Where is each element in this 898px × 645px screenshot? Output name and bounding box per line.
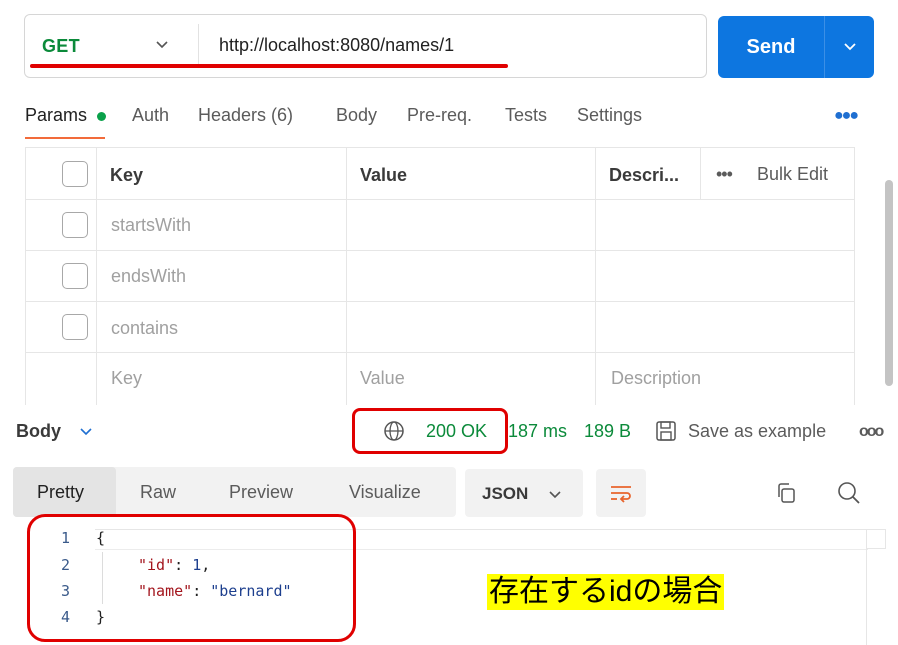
param-key-cell[interactable]: endsWith xyxy=(111,266,186,287)
url-divider xyxy=(198,24,199,68)
row-checkbox[interactable] xyxy=(62,212,88,238)
row-divider xyxy=(25,250,855,251)
save-as-example-button[interactable]: Save as example xyxy=(688,421,826,442)
url-highlight-underline xyxy=(30,64,508,68)
row-divider xyxy=(25,352,855,353)
col-divider xyxy=(595,147,596,405)
tab-auth[interactable]: Auth xyxy=(132,105,169,126)
url-input[interactable]: http://localhost:8080/names/1 xyxy=(219,35,454,56)
save-icon[interactable] xyxy=(654,419,678,443)
tab-preview[interactable]: Preview xyxy=(229,482,293,503)
col-divider xyxy=(96,147,97,405)
select-all-checkbox[interactable] xyxy=(62,161,88,187)
row-divider xyxy=(25,199,855,200)
column-header-description: Descri... xyxy=(609,165,680,185)
format-select-label[interactable]: JSON xyxy=(482,484,528,504)
response-highlight-box xyxy=(27,514,356,642)
params-active-dot xyxy=(97,112,106,121)
chevron-down-icon[interactable] xyxy=(154,36,170,52)
tab-active-underline xyxy=(25,137,105,139)
chevron-down-icon[interactable] xyxy=(547,486,563,502)
tab-pretty[interactable]: Pretty xyxy=(37,482,84,503)
tab-raw[interactable]: Raw xyxy=(140,482,176,503)
param-key-cell[interactable]: contains xyxy=(111,318,178,339)
chevron-down-icon[interactable] xyxy=(78,423,94,439)
param-key-cell[interactable]: startsWith xyxy=(111,215,191,236)
tab-visualize[interactable]: Visualize xyxy=(349,482,421,503)
more-options-icon[interactable]: ooo xyxy=(859,423,884,441)
row-checkbox[interactable] xyxy=(62,314,88,340)
column-options-icon[interactable]: ••• xyxy=(716,164,733,185)
scrollbar[interactable] xyxy=(885,180,893,386)
tab-settings[interactable]: Settings xyxy=(577,105,642,126)
method-select[interactable]: GET xyxy=(42,36,80,57)
send-button-label[interactable]: Send xyxy=(718,16,824,78)
tab-body[interactable]: Body xyxy=(336,105,377,126)
tab-pre-request[interactable]: Pre-req. xyxy=(407,105,472,126)
send-split-divider xyxy=(824,16,825,78)
more-options-icon[interactable]: ●●● xyxy=(834,107,859,125)
search-icon[interactable] xyxy=(836,480,862,506)
chevron-down-icon[interactable] xyxy=(842,38,858,54)
globe-icon xyxy=(384,421,404,441)
tab-headers[interactable]: Headers (6) xyxy=(198,105,293,126)
response-time[interactable]: 187 ms xyxy=(508,421,567,442)
minimap-box xyxy=(866,529,886,549)
column-header-key: Key xyxy=(110,165,144,185)
annotation-label: 存在するidの場合 xyxy=(487,574,725,610)
response-size[interactable]: 189 B xyxy=(584,421,631,442)
tab-tests[interactable]: Tests xyxy=(505,105,547,126)
tab-params[interactable]: Params xyxy=(25,105,87,126)
new-key-input[interactable]: Key xyxy=(111,368,142,389)
row-divider xyxy=(25,301,855,302)
row-checkbox[interactable] xyxy=(62,263,88,289)
bulk-edit-button[interactable]: Bulk Edit xyxy=(757,164,828,185)
new-description-input[interactable]: Description xyxy=(611,368,701,389)
response-body-label[interactable]: Body xyxy=(16,421,61,442)
column-header-value: Value xyxy=(360,165,408,185)
copy-icon[interactable] xyxy=(774,481,798,505)
status-code[interactable]: 200 OK xyxy=(426,421,487,442)
col-divider xyxy=(346,147,347,405)
new-value-input[interactable]: Value xyxy=(360,368,405,389)
col-divider xyxy=(700,147,701,199)
wrap-lines-icon[interactable] xyxy=(608,481,634,505)
